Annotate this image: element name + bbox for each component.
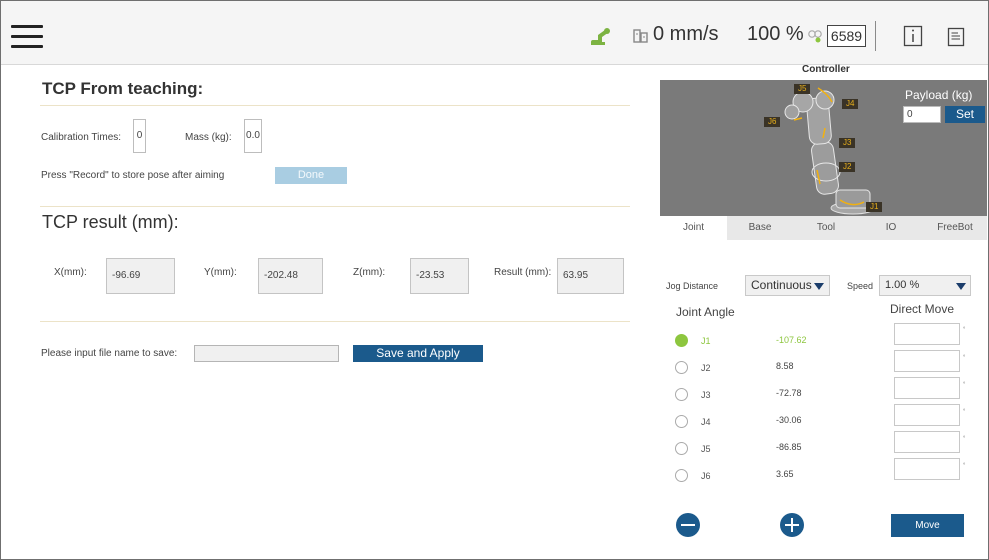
speed-gauge-icon xyxy=(633,29,648,43)
tab-joint[interactable]: Joint xyxy=(660,216,727,240)
joint-radio-j3[interactable] xyxy=(675,388,688,401)
menu-icon[interactable] xyxy=(11,25,45,49)
speed-label: Speed xyxy=(847,281,874,291)
joint-tag-j5: J5 xyxy=(794,84,811,94)
divider xyxy=(40,321,630,322)
jog-distance-value: Continuous xyxy=(751,278,812,292)
jog-distance-label: Jog Distance xyxy=(666,281,719,291)
joint-tag-j4: J4 xyxy=(842,99,859,109)
direct-move-input-j5[interactable] xyxy=(894,431,960,453)
chevron-down-icon xyxy=(814,283,824,290)
direct-move-input-j3[interactable] xyxy=(894,377,960,399)
speed-select[interactable]: 1.00 % xyxy=(879,275,971,296)
x-label: X(mm): xyxy=(54,267,87,278)
joint-name: J4 xyxy=(701,417,711,427)
payload-input[interactable]: 0 xyxy=(903,106,941,123)
y-label: Y(mm): xyxy=(204,267,237,278)
mass-label: Mass (kg): xyxy=(185,132,232,143)
top-divider xyxy=(875,21,876,51)
joint-angle-title: Joint Angle xyxy=(676,305,735,319)
tcp-speed-readout: 0 mm/s xyxy=(653,23,719,45)
tab-base[interactable]: Base xyxy=(727,216,793,240)
controller-tabs: Joint Base Tool IO FreeBot xyxy=(660,216,987,240)
jog-plus-button[interactable] xyxy=(780,513,804,537)
mass-field: 0.0 xyxy=(244,119,262,153)
tab-freebot[interactable]: FreeBot xyxy=(923,216,987,240)
degree-unit: ° xyxy=(963,382,966,388)
z-value: -23.53 xyxy=(410,258,469,294)
degree-unit: ° xyxy=(963,436,966,442)
degree-unit: ° xyxy=(963,355,966,361)
divider xyxy=(40,206,630,207)
jog-minus-button[interactable] xyxy=(676,513,700,537)
degree-unit: ° xyxy=(963,463,966,469)
direct-move-input-j6[interactable] xyxy=(894,458,960,480)
joint-tag-j2: J2 xyxy=(839,162,856,172)
direct-move-title: Direct Move xyxy=(890,302,955,316)
result-title: TCP result (mm): xyxy=(42,212,179,232)
y-value: -202.48 xyxy=(258,258,323,294)
result-label: Result (mm): xyxy=(494,267,552,278)
calibration-label: Calibration Times: xyxy=(41,132,122,143)
speed-override-readout: 100 % xyxy=(747,23,804,45)
record-hint: Press "Record" to store pose after aimin… xyxy=(41,170,225,181)
joint-name: J3 xyxy=(701,390,711,400)
done-button[interactable]: Done xyxy=(275,167,347,184)
joint-angle-value: -107.62 xyxy=(776,335,807,345)
chevron-down-icon xyxy=(956,283,966,290)
joint-tag-j1: J1 xyxy=(866,202,883,212)
move-button[interactable]: Move xyxy=(891,514,964,537)
joint-radio-j2[interactable] xyxy=(675,361,688,374)
joint-name: J1 xyxy=(701,336,711,346)
joint-tag-j6: J6 xyxy=(764,117,781,127)
direct-move-input-j4[interactable] xyxy=(894,404,960,426)
set-payload-button[interactable]: Set xyxy=(945,106,985,123)
log-icon[interactable] xyxy=(947,27,965,47)
x-value: -96.69 xyxy=(106,258,175,294)
joint-tag-j3: J3 xyxy=(839,138,856,148)
joint-radio-j4[interactable] xyxy=(675,415,688,428)
joint-radio-j5[interactable] xyxy=(675,442,688,455)
top-bar: 0 mm/s 100 % 6589 xyxy=(1,1,988,65)
info-icon[interactable] xyxy=(903,25,923,47)
z-label: Z(mm): xyxy=(353,267,386,278)
teaching-title: TCP From teaching: xyxy=(42,79,204,98)
result-value: 63.95 xyxy=(557,258,624,294)
joint-angle-value: 8.58 xyxy=(776,361,794,371)
joint-name: J2 xyxy=(701,363,711,373)
joint-name: J6 xyxy=(701,471,711,481)
robot-arm-status-icon xyxy=(591,28,610,45)
joint-angle-value: -30.06 xyxy=(776,415,802,425)
speed-value: 1.00 % xyxy=(885,279,920,291)
project-counter: 6589 xyxy=(827,25,866,47)
divider xyxy=(40,105,630,106)
joint-name: J5 xyxy=(701,444,711,454)
calibration-times-field: 0 xyxy=(133,119,146,153)
minus-icon xyxy=(681,524,695,526)
joint-radio-j6[interactable] xyxy=(675,469,688,482)
joint-angle-value: -72.78 xyxy=(776,388,802,398)
save-prompt: Please input file name to save: xyxy=(41,348,178,359)
direct-move-input-j2[interactable] xyxy=(894,350,960,372)
tab-io[interactable]: IO xyxy=(859,216,923,240)
controller-title: Controller xyxy=(802,64,850,75)
save-and-apply-button[interactable]: Save and Apply xyxy=(353,345,483,362)
jog-distance-select[interactable]: Continuous xyxy=(745,275,830,296)
payload-label: Payload (kg) xyxy=(905,88,973,102)
degree-unit: ° xyxy=(963,409,966,415)
degree-unit: ° xyxy=(963,327,966,333)
filename-input[interactable] xyxy=(194,345,339,362)
tab-tool[interactable]: Tool xyxy=(793,216,859,240)
direct-move-input-j1[interactable] xyxy=(894,323,960,345)
link-status-icon xyxy=(808,30,822,43)
joint-angle-value: 3.65 xyxy=(776,469,794,479)
joint-angle-value: -86.85 xyxy=(776,442,802,452)
joint-radio-j1[interactable] xyxy=(675,334,688,347)
